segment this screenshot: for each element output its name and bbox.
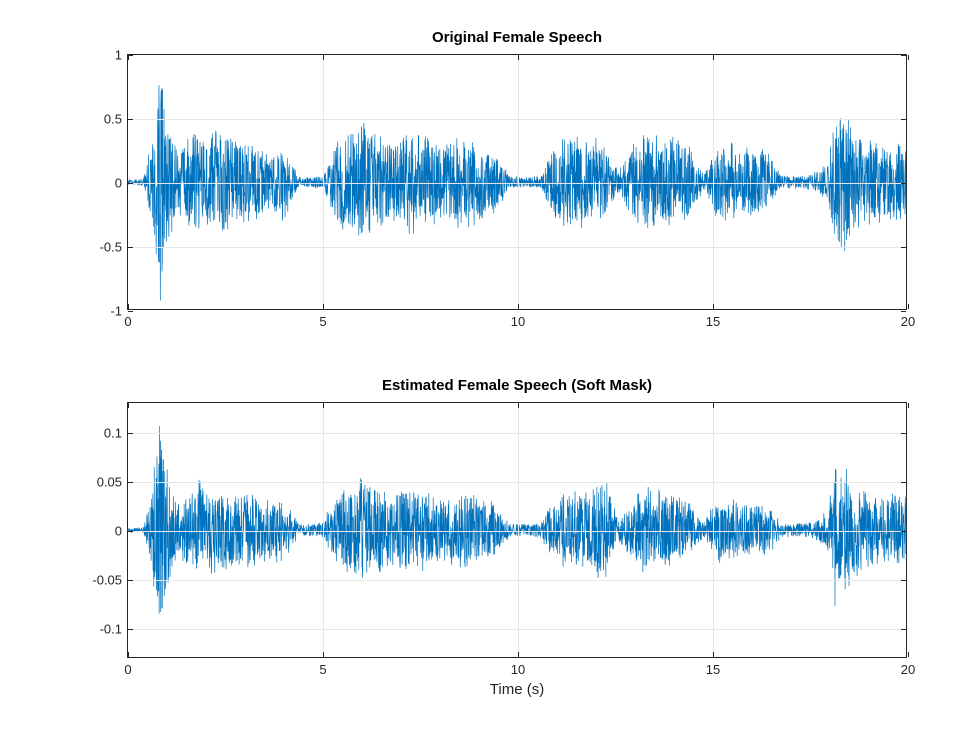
xtick-label: 20 bbox=[901, 657, 915, 677]
ytick-label: 0.5 bbox=[104, 112, 128, 127]
ytick-label: 0.1 bbox=[104, 425, 128, 440]
title-original: Original Female Speech bbox=[128, 29, 906, 46]
xtick-label: 5 bbox=[319, 309, 326, 329]
waveform-original bbox=[128, 55, 906, 309]
xtick-label: 15 bbox=[706, 309, 720, 329]
ytick-label: 0 bbox=[115, 524, 128, 539]
xtick-label: 0 bbox=[124, 309, 131, 329]
waveform-estimated bbox=[128, 403, 906, 657]
waveform-path bbox=[128, 426, 906, 614]
axes-estimated-speech: Estimated Female Speech (Soft Mask) Time… bbox=[127, 402, 907, 658]
ytick-label: -0.05 bbox=[92, 573, 128, 588]
ytick-label: -0.5 bbox=[100, 240, 128, 255]
xtick-label: 0 bbox=[124, 657, 131, 677]
xtick-label: 15 bbox=[706, 657, 720, 677]
figure: Original Female Speech -1-0.500.51051015… bbox=[0, 0, 980, 735]
xtick-label: 10 bbox=[511, 309, 525, 329]
waveform-path bbox=[128, 85, 906, 300]
ytick-label: 0 bbox=[115, 176, 128, 191]
xtick-label: 20 bbox=[901, 309, 915, 329]
axes-original-speech: Original Female Speech -1-0.500.51051015… bbox=[127, 54, 907, 310]
xtick-label: 5 bbox=[319, 657, 326, 677]
ytick-label: -0.1 bbox=[100, 622, 128, 637]
ytick-label: 1 bbox=[115, 48, 128, 63]
xtick-label: 10 bbox=[511, 657, 525, 677]
title-estimated: Estimated Female Speech (Soft Mask) bbox=[128, 377, 906, 394]
ytick-label: 0.05 bbox=[97, 474, 128, 489]
